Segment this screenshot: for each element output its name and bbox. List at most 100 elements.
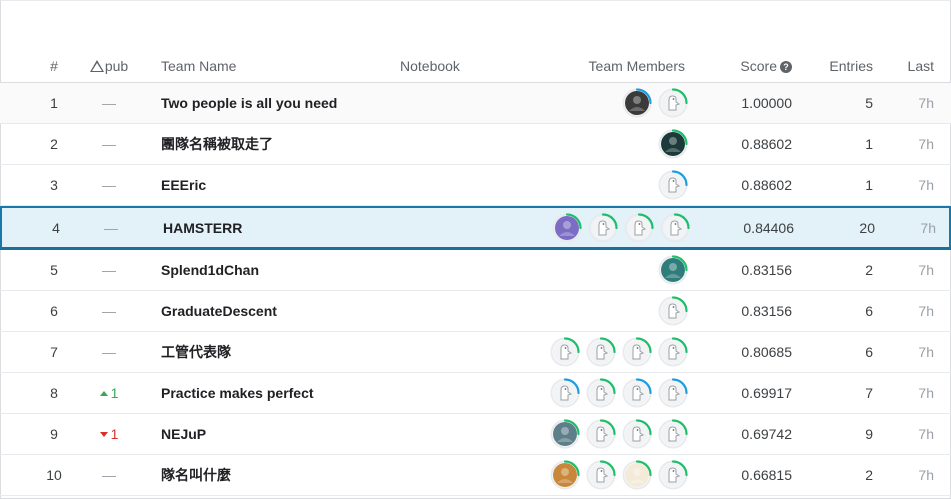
score: 0.69917 [741, 385, 792, 401]
rank: 9 [50, 426, 58, 442]
leaderboard-header: # pub Team Name Notebook Team Members Sc… [0, 50, 951, 83]
teal-photo-icon[interactable] [658, 255, 688, 285]
score: 0.84406 [743, 219, 794, 236]
team-name-link[interactable]: GraduateDescent [161, 291, 277, 331]
default-goose-icon[interactable] [550, 378, 580, 408]
team-name-link[interactable]: NEJuP [161, 414, 206, 454]
entries: 20 [859, 219, 875, 236]
team-name-link[interactable]: EEEric [161, 165, 206, 205]
default-goose-icon[interactable] [586, 460, 616, 490]
leaderboard-row[interactable]: 2 — 團隊名稱被取走了 0.88602 1 7h [0, 124, 951, 165]
entries: 1 [865, 136, 873, 152]
leaderboard-row[interactable]: 6 — GraduateDescent 0.83156 6 7h [0, 291, 951, 332]
entries: 9 [865, 426, 873, 442]
leaderboard-row[interactable]: 8 1 Practice makes perfect 0.69917 7 7h [0, 373, 951, 414]
default-goose-icon[interactable] [658, 419, 688, 449]
last-submission: 7h [918, 95, 934, 111]
default-goose-icon[interactable] [658, 378, 688, 408]
team-members [520, 414, 688, 454]
team-name-link[interactable]: Two people is all you need [161, 83, 337, 123]
score: 0.69742 [741, 426, 792, 442]
rank: 1 [50, 95, 58, 111]
rank: 4 [52, 219, 60, 236]
default-goose-icon[interactable] [660, 212, 690, 243]
last-submission: 7h [918, 385, 934, 401]
pub-change: — [102, 303, 116, 319]
default-goose-icon[interactable] [658, 460, 688, 490]
default-goose-icon[interactable] [586, 378, 616, 408]
purple-photo-icon[interactable] [552, 212, 582, 243]
header-delta-pub[interactable]: pub [80, 58, 138, 74]
pub-change: — [104, 219, 118, 236]
team-members [520, 250, 688, 290]
team-members [522, 208, 690, 247]
team-name-link[interactable]: 工管代表隊 [161, 332, 231, 372]
header-last[interactable]: Last [890, 58, 934, 74]
last-submission: 7h [918, 467, 934, 483]
last-submission: 7h [918, 136, 934, 152]
team-members [520, 373, 688, 413]
leaderboard-row[interactable]: 10 — 隊名叫什麼 0.66815 2 7h [0, 455, 951, 496]
header-team-members: Team Members [588, 58, 685, 74]
leaderboard-row[interactable]: 1 — Two people is all you need 1.00000 5 7h [0, 83, 951, 124]
default-goose-icon[interactable] [658, 337, 688, 367]
entries: 2 [865, 467, 873, 483]
team-members [520, 83, 688, 123]
default-goose-icon[interactable] [658, 88, 688, 118]
drawing-photo-icon[interactable] [622, 460, 652, 490]
team-name-link[interactable]: Practice makes perfect [161, 373, 314, 413]
team-name-link[interactable]: 隊名叫什麼 [161, 455, 231, 495]
cat-photo-icon[interactable] [622, 88, 652, 118]
score: 0.83156 [741, 262, 792, 278]
pub-change: — [102, 262, 116, 278]
default-goose-icon[interactable] [550, 337, 580, 367]
help-icon[interactable]: ? [780, 61, 792, 73]
default-goose-icon[interactable] [622, 337, 652, 367]
leaderboard-row[interactable]: 5 — Splend1dChan 0.83156 2 7h [0, 250, 951, 291]
rank: 5 [50, 262, 58, 278]
entries: 6 [865, 303, 873, 319]
rank: 8 [50, 385, 58, 401]
last-submission: 7h [918, 177, 934, 193]
team-name-link[interactable]: 團隊名稱被取走了 [161, 124, 273, 164]
default-goose-icon[interactable] [624, 212, 654, 243]
default-goose-icon[interactable] [658, 296, 688, 326]
pub-change: — [102, 177, 116, 193]
leaderboard-row[interactable]: 4 — HAMSTERR 0.84406 20 7h [0, 206, 951, 250]
last-submission: 7h [920, 219, 936, 236]
entries: 5 [865, 95, 873, 111]
default-goose-icon[interactable] [586, 337, 616, 367]
team-members [520, 165, 688, 205]
team-name-link[interactable]: Splend1dChan [161, 250, 259, 290]
pub-change-value: 1 [110, 426, 119, 442]
team-members [520, 455, 688, 495]
score: 0.88602 [741, 136, 792, 152]
header-score[interactable]: Score? [700, 58, 792, 74]
default-goose-icon[interactable] [658, 170, 688, 200]
leaderboard-row[interactable]: 9 1 NEJuP 0.69742 9 7h [0, 414, 951, 455]
default-goose-icon[interactable] [586, 419, 616, 449]
header-notebook: Notebook [400, 58, 460, 74]
header-delta-pub-label: pub [104, 58, 129, 74]
orange-photo-icon[interactable] [550, 460, 580, 490]
painting-photo-icon[interactable] [550, 419, 580, 449]
delta-icon [89, 60, 104, 72]
rank: 7 [50, 344, 58, 360]
leaderboard-row[interactable]: 3 — EEEric 0.88602 1 7h [0, 165, 951, 206]
rank: 3 [50, 177, 58, 193]
default-goose-icon[interactable] [622, 419, 652, 449]
default-goose-icon[interactable] [622, 378, 652, 408]
leaderboard-row[interactable]: 7 — 工管代表隊 0.80685 6 7h [0, 332, 951, 373]
rank: 2 [50, 136, 58, 152]
pub-change: — [102, 467, 116, 483]
default-goose-icon[interactable] [588, 212, 618, 243]
dark-photo-icon[interactable] [658, 129, 688, 159]
arrow-up-icon [99, 390, 108, 396]
pub-change-value: 1 [110, 385, 119, 401]
rank: 6 [50, 303, 58, 319]
header-rank: # [50, 58, 58, 74]
entries: 7 [865, 385, 873, 401]
header-entries[interactable]: Entries [800, 58, 873, 74]
team-name-link[interactable]: HAMSTERR [163, 208, 242, 247]
header-team-name[interactable]: Team Name [161, 58, 236, 74]
